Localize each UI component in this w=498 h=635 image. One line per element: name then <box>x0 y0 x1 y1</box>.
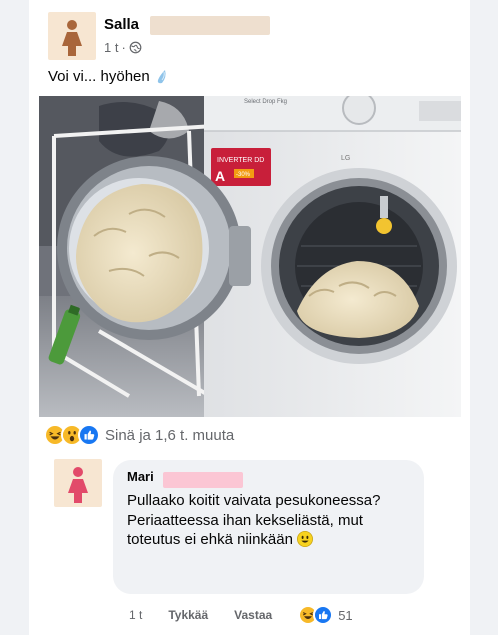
comment-actions: 1 t Tykkää Vastaa 51 <box>129 605 353 625</box>
smiley-emoji-icon <box>296 531 313 547</box>
washing-machine-photo: Select Drop Fkg INVERTER DD A -30% LG <box>39 96 461 417</box>
post-meta: 1 t · <box>104 40 142 55</box>
energy-class: A <box>215 168 225 184</box>
post-caption: Voi vi... hyöhen <box>48 68 150 85</box>
comment-author-name[interactable]: Mari <box>127 469 154 484</box>
comment-reaction-number: 51 <box>338 607 353 623</box>
commenter-avatar[interactable] <box>54 459 102 507</box>
droplet-emoji-icon <box>157 69 166 83</box>
post-text: Voi vi... hyöhen <box>48 68 168 85</box>
reaction-summary[interactable]: Sinä ja 1,6 t. muuta <box>44 424 234 446</box>
feed-background-right <box>470 0 498 635</box>
post-author-name[interactable]: Salla <box>104 16 139 33</box>
comment-reaction-count[interactable]: 51 <box>298 605 353 625</box>
redacted-surname <box>150 16 270 35</box>
comment-timestamp[interactable]: 1 t <box>129 608 142 622</box>
reply-button[interactable]: Vastaa <box>234 608 272 622</box>
like-comment-button[interactable]: Tykkää <box>168 608 208 622</box>
direct-drive-label: INVERTER DD <box>217 157 264 164</box>
like-thumb-icon <box>78 424 100 446</box>
meta-separator: · <box>121 40 126 55</box>
author-avatar[interactable] <box>48 12 96 60</box>
brand-logo: LG <box>341 155 350 162</box>
person-silhouette-icon <box>62 20 82 56</box>
person-silhouette-icon <box>68 467 88 503</box>
energy-extra: -30% <box>236 172 251 178</box>
comment-text: Pullaako koitit vaivata pesukoneessa? Pe… <box>127 491 419 550</box>
post-timestamp[interactable]: 1 t <box>104 40 118 55</box>
like-thumb-icon <box>313 605 334 625</box>
panel-label: Select Drop Fkg <box>244 99 287 105</box>
comment-body: Pullaako koitit vaivata pesukoneessa? Pe… <box>127 492 381 548</box>
feed-background-left <box>0 0 29 635</box>
post-photo[interactable]: Select Drop Fkg INVERTER DD A -30% LG <box>39 96 461 417</box>
redacted-commenter-surname <box>163 472 243 488</box>
globe-icon <box>129 41 142 54</box>
reaction-summary-text[interactable]: Sinä ja 1,6 t. muuta <box>105 427 234 444</box>
